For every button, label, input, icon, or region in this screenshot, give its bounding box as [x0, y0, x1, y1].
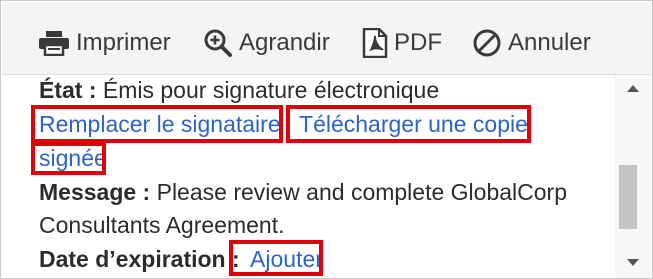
actions-row: Remplacer le signataire Télécharger une …: [39, 109, 528, 139]
zoom-button[interactable]: Agrandir: [203, 26, 330, 60]
print-label: Imprimer: [76, 29, 171, 56]
pdf-icon: [362, 28, 388, 58]
message-row-continued: Consultants Agreement.: [39, 210, 284, 240]
replace-signer-link[interactable]: Remplacer le signataire: [39, 111, 281, 137]
pdf-label: PDF: [394, 29, 442, 56]
download-signed-copy-link[interactable]: Télécharger une copie: [299, 111, 528, 137]
cancel-label: Annuler: [508, 29, 591, 56]
status-label: État :: [39, 77, 97, 103]
vertical-scrollbar[interactable]: [615, 75, 651, 278]
zoom-label: Agrandir: [239, 29, 330, 56]
printer-icon: [39, 31, 69, 56]
scrollbar-thumb[interactable]: [619, 165, 637, 229]
message-row: Message : Please review and complete Glo…: [39, 177, 567, 207]
agreement-details: État : Émis pour signature électronique …: [2, 75, 614, 278]
message-text-line1: Please review and complete GlobalCorp: [156, 179, 567, 205]
scroll-up-arrow-icon[interactable]: [627, 85, 639, 92]
message-text-line2: Consultants Agreement.: [39, 212, 285, 238]
status-value: Émis pour signature électronique: [102, 77, 440, 103]
toolbar: Imprimer Agrandir PDF Annuler: [2, 2, 651, 75]
add-expiration-link[interactable]: Ajouter: [250, 246, 323, 272]
download-signed-copy-link-continued[interactable]: signée: [39, 145, 107, 171]
scroll-down-arrow-icon[interactable]: [627, 259, 639, 266]
status-row: État : Émis pour signature électronique: [39, 75, 439, 105]
zoom-in-icon: [204, 29, 232, 57]
message-label: Message :: [39, 179, 151, 205]
actions-row-continued: signée: [39, 143, 107, 173]
expiration-row: Date d’expiration : Ajouter: [39, 244, 323, 274]
cancel-icon: [473, 29, 501, 57]
print-button[interactable]: Imprimer: [38, 26, 171, 60]
agreement-panel: Imprimer Agrandir PDF Annuler État: Émi…: [0, 0, 653, 279]
expiration-label: Date d’expiration :: [39, 246, 240, 272]
cancel-button[interactable]: Annuler: [472, 26, 591, 60]
pdf-button[interactable]: PDF: [362, 26, 442, 60]
